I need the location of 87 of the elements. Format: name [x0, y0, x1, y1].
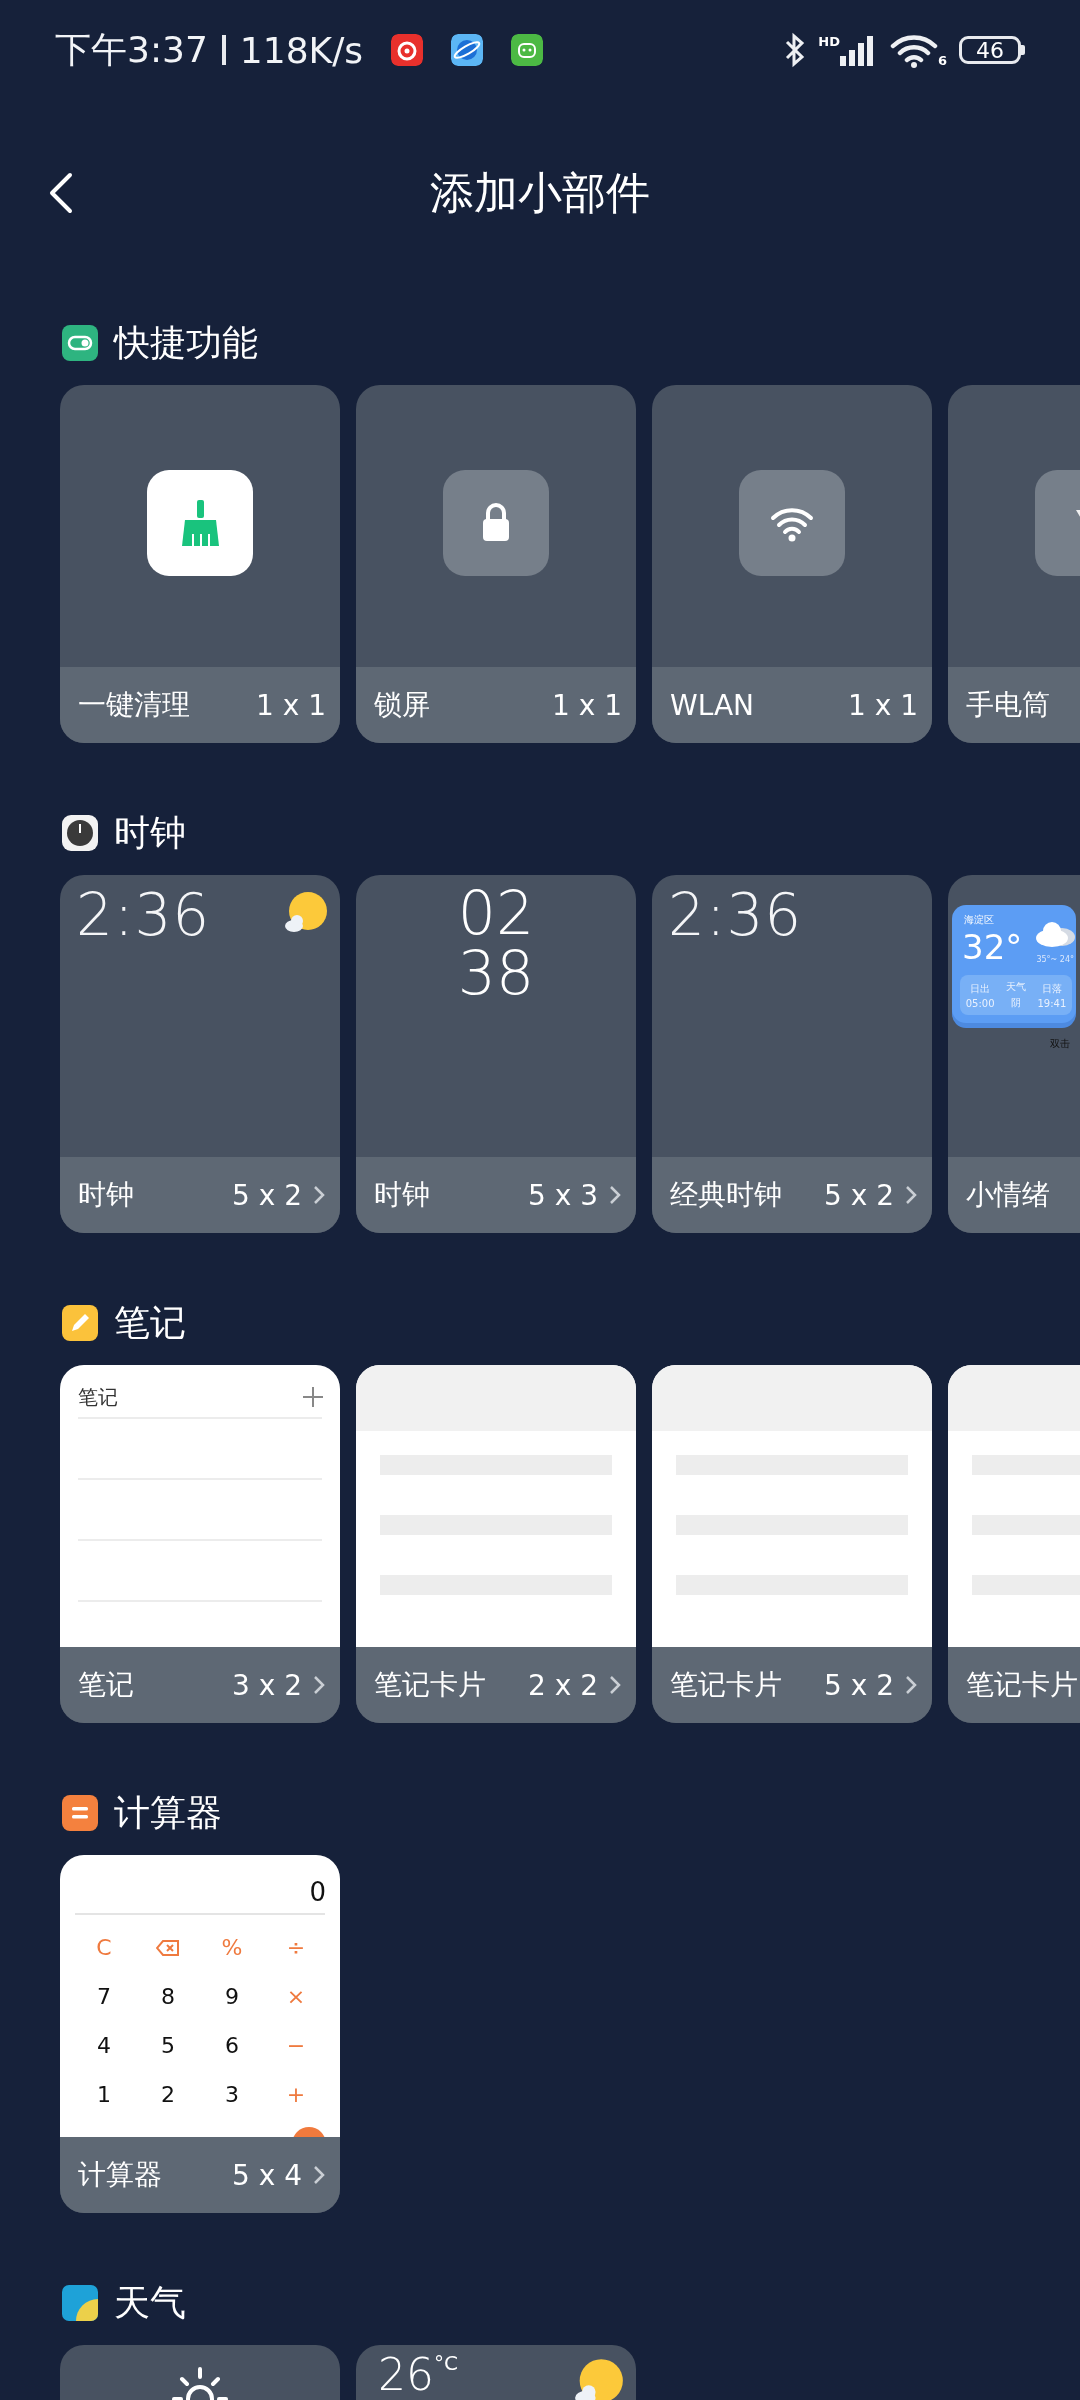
plus-icon[interactable]	[302, 1386, 324, 1408]
widget-card[interactable]: 2:36 经典时钟 5 x 2	[652, 875, 932, 1233]
widget-caption: 双击	[1050, 1037, 1070, 1051]
widget-card[interactable]: 锁屏 1 x 1	[356, 385, 636, 743]
page-title: 添加小部件	[430, 165, 650, 220]
bluetooth-icon	[784, 32, 807, 68]
section-title: 时钟	[114, 810, 186, 855]
widget-name: 笔记	[78, 1667, 135, 1703]
calculator-icon	[62, 1795, 98, 1831]
widget-size: 5 x 4	[232, 2158, 302, 2192]
section-title: 天气	[114, 2280, 186, 2325]
weather-icon	[62, 2285, 98, 2321]
calculator-key[interactable]: 8	[136, 1972, 200, 2021]
widget-size: 3 x 2	[232, 1668, 302, 1702]
clock-hours: 02	[457, 883, 535, 943]
clock-time: 2:36	[76, 881, 211, 949]
app-notification-icon	[511, 34, 544, 66]
weather-item-value: 阴	[1011, 996, 1021, 1010]
calculator-key[interactable]: 2	[136, 2070, 200, 2119]
widget-card[interactable]: 一键清理 1 x 1	[60, 385, 340, 743]
widget-card[interactable]: 笔记 笔记 3 x 2	[60, 1365, 340, 1723]
calculator-key[interactable]: 1	[72, 2070, 136, 2119]
section-title: 快捷功能	[114, 320, 258, 365]
app-notification-icon	[391, 34, 424, 66]
widget-size: 5 x 2	[824, 1668, 894, 1702]
temperature-unit: °C	[434, 2351, 458, 2375]
weather-item-label: 天气	[1006, 980, 1026, 994]
weather-item-label: 日出	[970, 981, 991, 996]
widget-size: 5 x 2	[232, 1178, 302, 1212]
widget-size: 1 x 1	[552, 688, 622, 722]
weather-location: 海淀区	[964, 913, 994, 927]
weather-item-value: 05:00	[965, 997, 995, 1009]
wifi-band-label: 6	[937, 53, 947, 68]
pencil-icon	[62, 1305, 98, 1341]
widget-name: 计算器	[78, 2157, 163, 2193]
toggle-icon	[62, 325, 98, 361]
widget-name: 笔记卡片	[374, 1667, 487, 1703]
calculator-key[interactable]: 5	[136, 2021, 200, 2070]
section-title: 计算器	[114, 1790, 222, 1835]
app-notification-icon	[451, 34, 484, 66]
widget-name: 时钟	[78, 1177, 135, 1213]
widget-name: 笔记卡片	[966, 1667, 1079, 1703]
note-title: 笔记	[78, 1383, 118, 1411]
section-title: 笔记	[114, 1300, 186, 1345]
network-speed: 118K/s	[239, 29, 364, 71]
backspace-icon[interactable]	[156, 1938, 180, 1957]
widget-size: 1 x 1	[256, 688, 326, 722]
widget-size: 2 x 2	[528, 1668, 598, 1702]
widget-name: 手电筒	[966, 687, 1051, 723]
widget-name: 时钟	[374, 1177, 431, 1213]
widget-card[interactable]: 笔记卡片 2 x 2	[356, 1365, 636, 1723]
widget-name: 小情绪	[966, 1177, 1051, 1213]
widget-card[interactable]: 2:36 时钟 5 x 2	[60, 875, 340, 1233]
temperature: 26	[378, 2353, 434, 2397]
widget-card[interactable]: 手电筒	[948, 385, 1080, 743]
clock-minutes: 38	[457, 943, 535, 1003]
clock-time: 2:36	[668, 881, 803, 949]
widget-name: 经典时钟	[670, 1177, 783, 1213]
status-time: 下午3:37	[55, 27, 208, 72]
wifi-icon	[889, 32, 938, 68]
widget-size: 1 x 1	[848, 688, 918, 722]
widget-size: 5 x 2	[824, 1178, 894, 1212]
widget-card[interactable]: WLAN 1 x 1	[652, 385, 932, 743]
widget-name: 锁屏	[374, 687, 431, 723]
calculator-display: 0	[308, 1876, 327, 1909]
weather-temperature: 32°	[962, 927, 1023, 967]
widget-card[interactable]: 0 C % ÷ 7 8 9 × 4 5 6 − 1 2 3 + 计算器 5 x 4	[60, 1855, 340, 2213]
widget-size: 5 x 3	[528, 1178, 598, 1212]
calculator-key[interactable]: 4	[72, 2021, 136, 2070]
calculator-key[interactable]: 3	[200, 2070, 264, 2119]
sun-cloud-icon	[574, 2358, 624, 2400]
calculator-key[interactable]: 9	[200, 1972, 264, 2021]
battery-indicator: 46	[959, 36, 1025, 64]
widget-name: 一键清理	[78, 687, 191, 723]
widget-card[interactable]: 02 38 时钟 5 x 3	[356, 875, 636, 1233]
temperature-range: 35°~ 24°	[1036, 955, 1074, 964]
widget-name: 笔记卡片	[670, 1667, 783, 1703]
clock-icon	[62, 815, 98, 851]
weather-item-label: 日落	[1041, 981, 1062, 996]
widget-name: WLAN	[670, 688, 756, 722]
widget-card[interactable]: 海淀区 32° 35°~ 24° 日出 05:00 天气 阴 日落 19:41 双击 小情绪	[948, 875, 1080, 1233]
widget-card[interactable]: 笔记卡片	[948, 1365, 1080, 1723]
weather-item-value: 19:41	[1037, 997, 1067, 1009]
network-type: HD	[818, 34, 840, 49]
calculator-key[interactable]: 7	[72, 1972, 136, 2021]
widget-card[interactable]: 笔记卡片 5 x 2	[652, 1365, 932, 1723]
calculator-key[interactable]: 6	[200, 2021, 264, 2070]
